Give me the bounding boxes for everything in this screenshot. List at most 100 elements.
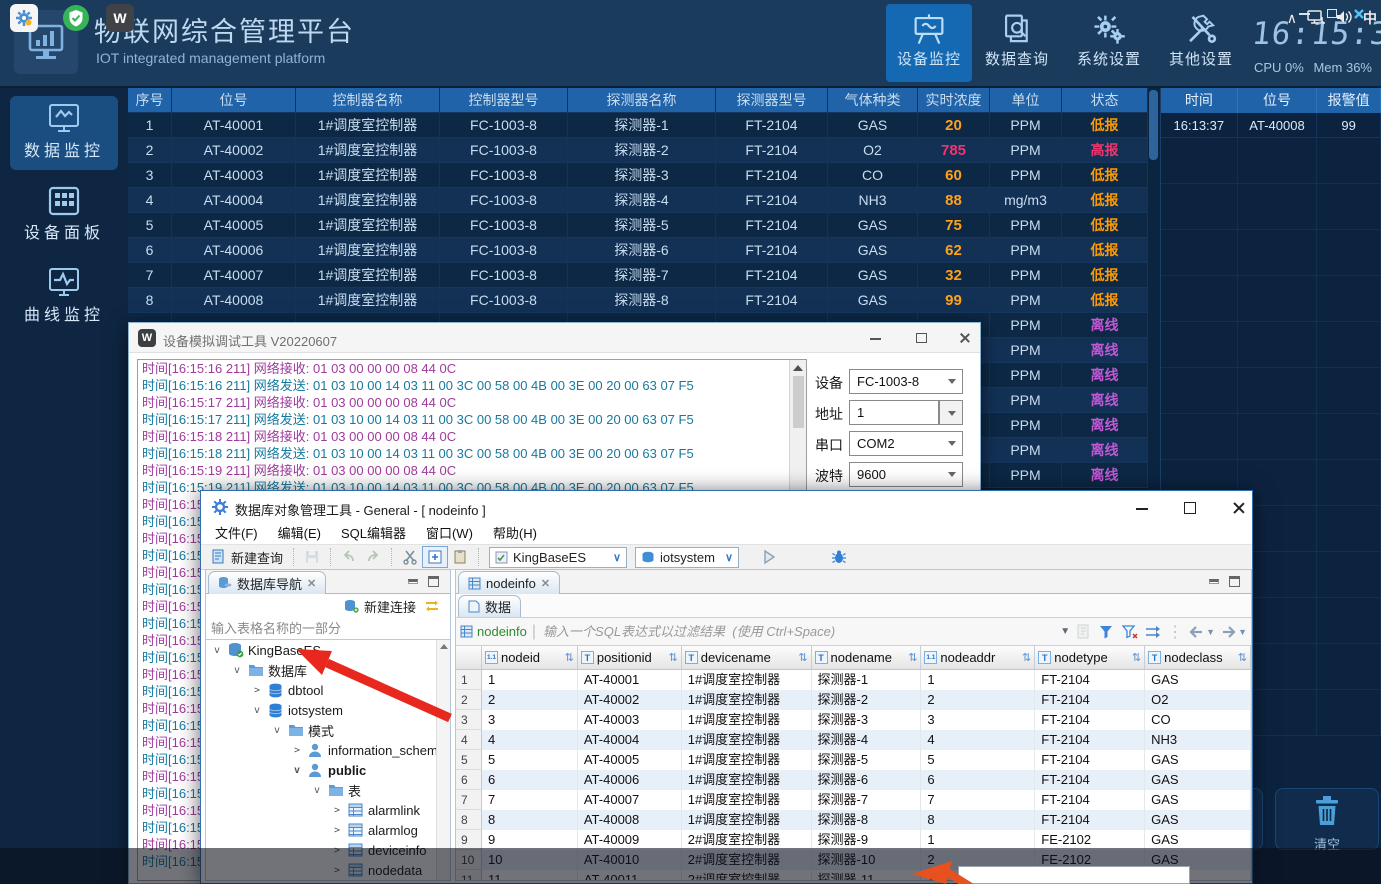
cell[interactable]: 1#调度室控制器	[682, 810, 812, 830]
cell[interactable]: 探测器-9	[812, 830, 922, 850]
sort-icon[interactable]: ⇅	[1238, 651, 1247, 664]
cell[interactable]: FT-2104	[1035, 750, 1145, 770]
cell[interactable]: 9	[482, 830, 578, 850]
tree-item-8[interactable]: >alarmlink	[334, 800, 420, 820]
new-query-button[interactable]: 新建查询	[207, 546, 287, 568]
chevron-right-icon[interactable]: >	[254, 685, 264, 696]
debug-close-button[interactable]	[955, 328, 975, 348]
grid-column-nodeaddr[interactable]: 1.1nodeaddr⇅	[921, 646, 1035, 669]
cell[interactable]: AT-40005	[578, 750, 682, 770]
sort-icon[interactable]: ⇅	[1132, 651, 1141, 664]
header-nav-data-query[interactable]: 数据查询	[974, 4, 1060, 82]
cell[interactable]: AT-40009	[578, 830, 682, 850]
nav-forward-button[interactable]: ▼	[1220, 625, 1247, 639]
cell[interactable]: 探测器-7	[812, 790, 922, 810]
debug-button[interactable]	[827, 546, 851, 568]
cell[interactable]: AT-40006	[578, 770, 682, 790]
cell[interactable]: 4	[921, 730, 1035, 750]
address-combo[interactable]: 1	[849, 400, 939, 425]
sql-filter-input[interactable]	[541, 622, 1055, 642]
sort-icon[interactable]: ⇅	[669, 651, 678, 664]
cell[interactable]: 5	[482, 750, 578, 770]
cell[interactable]: FT-2104	[1035, 810, 1145, 830]
export-result-icon[interactable]	[1075, 623, 1093, 641]
menu-item[interactable]: 文件(F)	[205, 526, 268, 541]
tree-item-2[interactable]: >dbtool	[254, 680, 323, 700]
grid-column-devicename[interactable]: Tdevicename⇅	[682, 646, 812, 669]
cell[interactable]: CO	[1145, 710, 1251, 730]
save-button[interactable]	[300, 546, 324, 568]
cell[interactable]: 5	[921, 750, 1035, 770]
grid-column-nodetype[interactable]: Tnodetype⇅	[1035, 646, 1145, 669]
tree-item-1[interactable]: v数据库	[234, 660, 307, 680]
collapse-all-icon[interactable]	[424, 599, 440, 613]
header-nav-device-monitor[interactable]: 设备监控	[886, 4, 972, 82]
cell[interactable]: 1	[482, 670, 578, 690]
cell[interactable]: 2	[482, 690, 578, 710]
cell[interactable]: 7	[921, 790, 1035, 810]
cell[interactable]: FT-2104	[1035, 690, 1145, 710]
sidebar-item-data-monitor[interactable]: 数据监控	[10, 96, 118, 170]
chevron-down-icon[interactable]: v	[254, 705, 264, 716]
cell[interactable]: 1#调度室控制器	[682, 790, 812, 810]
cell[interactable]: 1#调度室控制器	[682, 670, 812, 690]
cut-button[interactable]	[398, 546, 422, 568]
cell[interactable]: 6	[921, 770, 1035, 790]
tree-item-4[interactable]: v模式	[274, 720, 334, 740]
chevron-down-icon[interactable]: v	[214, 645, 224, 656]
cell[interactable]: 8	[921, 810, 1035, 830]
sidebar-item-curve-monitor[interactable]: 曲线监控	[10, 260, 118, 334]
tab-close-icon[interactable]: ✕	[307, 577, 316, 590]
cell[interactable]: GAS	[1145, 810, 1251, 830]
tree-scrollbar[interactable]	[436, 640, 450, 880]
sort-icon[interactable]: ⇅	[798, 651, 807, 664]
taskbar-w-app[interactable]: W	[106, 4, 134, 32]
cell[interactable]: 探测器-5	[812, 750, 922, 770]
cell[interactable]: O2	[1145, 690, 1251, 710]
cell[interactable]: FT-2104	[1035, 670, 1145, 690]
cell[interactable]: 探测器-2	[812, 690, 922, 710]
db-window-titlebar[interactable]: 数据库对象管理工具 - General - [ nodeinfo ]	[201, 491, 1252, 523]
debug-maximize-button[interactable]	[911, 328, 931, 348]
cell[interactable]: 3	[921, 710, 1035, 730]
db-close-button[interactable]	[1227, 499, 1249, 517]
sidebar-item-device-panel[interactable]: 设备面板	[10, 178, 118, 252]
menu-item[interactable]: 编辑(E)	[268, 526, 331, 541]
chevron-right-icon[interactable]: >	[334, 825, 344, 836]
cell[interactable]: GAS	[1145, 770, 1251, 790]
tree-item-6[interactable]: vpublic	[294, 760, 366, 780]
grid-column-nodeclass[interactable]: Tnodeclass⇅	[1145, 646, 1251, 669]
cell[interactable]: 1	[921, 670, 1035, 690]
filter-dropdown-icon[interactable]: ▼	[1060, 626, 1070, 637]
baud-combo[interactable]: 9600	[849, 462, 963, 487]
grid-column-positionid[interactable]: Tpositionid⇅	[578, 646, 682, 669]
cell[interactable]: GAS	[1145, 670, 1251, 690]
cell[interactable]: 探测器-1	[812, 670, 922, 690]
schema-combo[interactable]: iotsystem∨	[635, 547, 739, 568]
cell[interactable]: GAS	[1145, 750, 1251, 770]
cell[interactable]: NH3	[1145, 730, 1251, 750]
execute-button[interactable]	[757, 546, 781, 568]
debug-window-titlebar[interactable]: W 设备模拟调试工具 V20220607	[129, 323, 980, 353]
tree-item-7[interactable]: v表	[314, 780, 361, 800]
clear-alarms-button[interactable]: 清空	[1275, 788, 1379, 850]
cell[interactable]: 1#调度室控制器	[682, 730, 812, 750]
cell[interactable]: 1#调度室控制器	[682, 710, 812, 730]
cell[interactable]: GAS	[1145, 830, 1251, 850]
cell[interactable]: 探测器-8	[812, 810, 922, 830]
tab-nodeinfo[interactable]: nodeinfo ✕	[458, 571, 560, 594]
pin-editor-button[interactable]	[422, 546, 448, 568]
cell[interactable]: AT-40007	[578, 790, 682, 810]
tab-close-icon[interactable]: ✕	[541, 577, 550, 590]
panel-maximize-icon[interactable]	[426, 576, 440, 588]
cell[interactable]: GAS	[1145, 790, 1251, 810]
cell[interactable]: AT-40003	[578, 710, 682, 730]
tree-item-9[interactable]: >alarmlog	[334, 820, 418, 840]
serial-combo[interactable]: COM2	[849, 431, 963, 456]
chevron-down-icon[interactable]: v	[274, 725, 284, 736]
tree-item-5[interactable]: >information_schem	[294, 740, 436, 760]
taskbar-settings-app[interactable]	[10, 4, 38, 32]
chevron-down-icon[interactable]: v	[314, 785, 324, 796]
sort-icon[interactable]: ⇅	[908, 651, 917, 664]
cell[interactable]: 探测器-6	[812, 770, 922, 790]
